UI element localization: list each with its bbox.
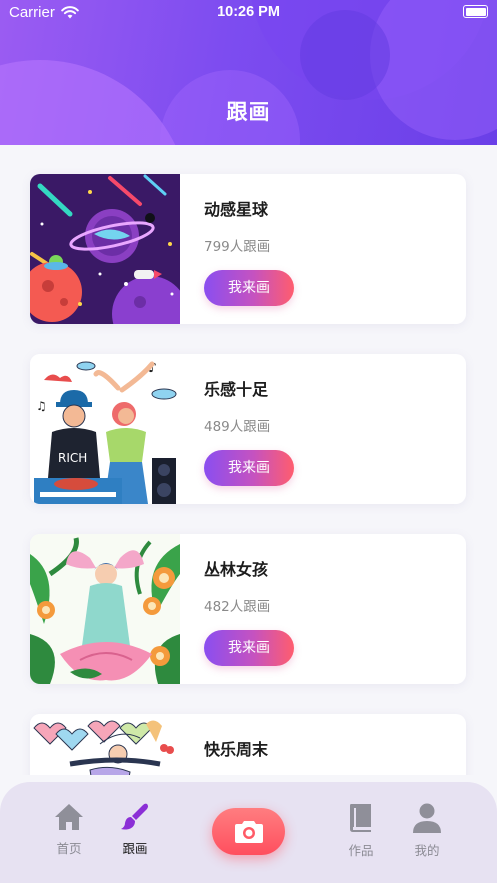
follow-count: 482人跟画 (204, 599, 271, 615)
card-title: 乐感十足 (204, 380, 269, 399)
draw-button[interactable]: 我来画 (204, 450, 294, 486)
tab-bar: 首页 跟画 作品 我的 (0, 782, 497, 883)
tab-home[interactable]: 首页 (39, 802, 99, 857)
drawing-card[interactable]: 动感星球 799人跟画 我来画 (30, 174, 466, 324)
tab-label: 我的 (414, 843, 440, 858)
drawing-list[interactable]: 动感星球 799人跟画 我来画 ♪ ♫ RICH 乐感十足 489人跟画 我来画… (0, 145, 497, 775)
draw-button[interactable]: 我来画 (204, 270, 294, 306)
brush-icon (121, 803, 148, 830)
tab-follow[interactable]: 跟画 (105, 802, 165, 857)
card-title: 快乐周末 (204, 740, 269, 759)
drawing-card[interactable]: 丛林女孩 482人跟画 我来画 (30, 534, 466, 684)
home-icon (55, 804, 83, 830)
tab-label: 跟画 (122, 841, 148, 856)
drawing-card[interactable]: 快乐周末 (30, 714, 466, 775)
card-title: 丛林女孩 (204, 560, 269, 579)
person-icon (413, 803, 441, 833)
book-icon (350, 804, 371, 832)
draw-button[interactable]: 我来画 (204, 630, 294, 666)
camera-button[interactable] (212, 808, 285, 855)
dj-music-illustration[interactable]: ♪ ♫ RICH (30, 354, 180, 504)
svg-text:RICH: RICH (58, 451, 87, 465)
header: Carrier 10:26 PM 跟画 (0, 0, 497, 145)
battery-icon (463, 5, 488, 18)
follow-count: 799人跟画 (204, 239, 271, 255)
camera-icon (235, 821, 263, 843)
clock: 10:26 PM (217, 4, 280, 20)
tab-label: 首页 (56, 841, 82, 856)
tab-works[interactable]: 作品 (331, 802, 391, 859)
tab-label: 作品 (348, 843, 374, 858)
card-title: 动感星球 (204, 200, 269, 219)
space-planet-illustration[interactable] (30, 174, 180, 324)
drawing-card[interactable]: ♪ ♫ RICH 乐感十足 489人跟画 我来画 (30, 354, 466, 504)
follow-count: 489人跟画 (204, 419, 271, 435)
page-title: 跟画 (226, 100, 271, 124)
tab-mine[interactable]: 我的 (397, 802, 457, 859)
svg-text:♫: ♫ (36, 399, 47, 413)
happy-weekend-illustration[interactable] (30, 714, 180, 775)
jungle-girl-illustration[interactable] (30, 534, 180, 684)
status-bar: Carrier 10:26 PM (0, 0, 497, 26)
